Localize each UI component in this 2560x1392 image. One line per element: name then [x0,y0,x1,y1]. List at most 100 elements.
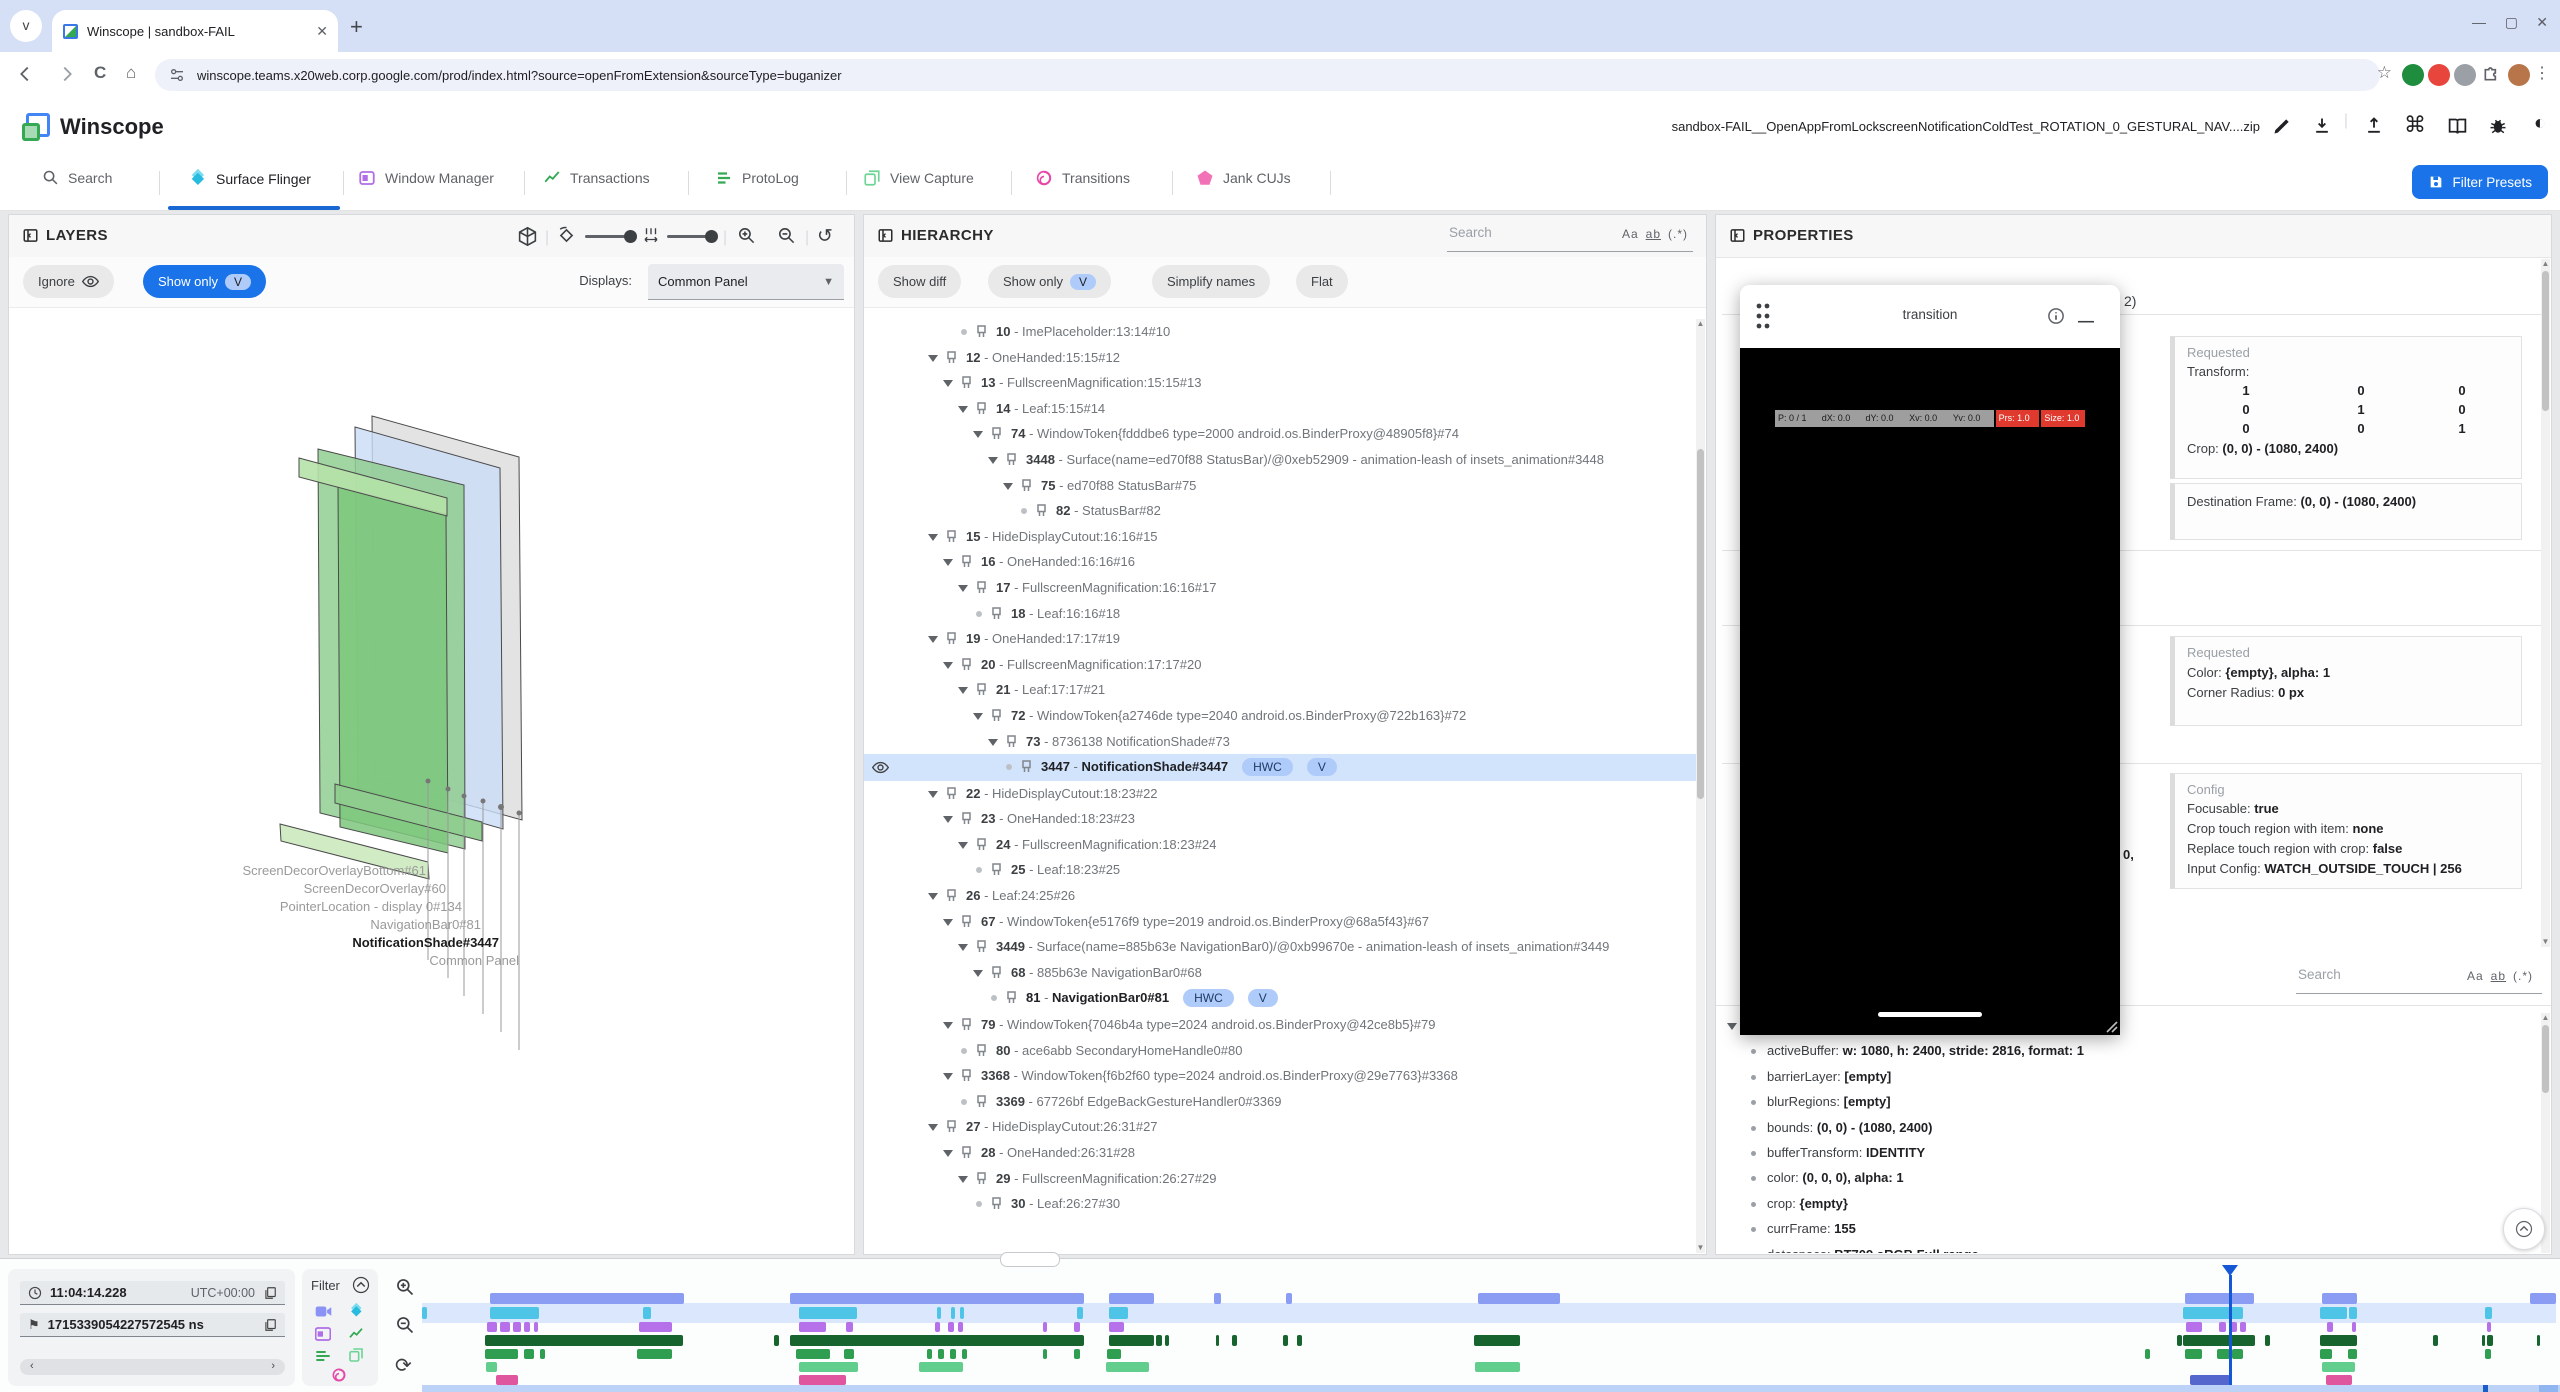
simplify-names-chip[interactable]: Simplify names [1152,265,1270,298]
screen-recording-timeline-segment[interactable] [2185,1293,2254,1304]
transactions-timeline-segment[interactable] [1474,1335,1520,1346]
properties-tree-scrollbar[interactable]: ▲ [2541,1013,2550,1253]
transactions-timeline-segment[interactable] [1297,1335,1302,1346]
pin-icon[interactable] [961,555,972,568]
transactions-timeline-segment[interactable] [1165,1335,1169,1346]
window-manager-timeline-segment[interactable] [534,1322,538,1332]
hierarchy-node-3448[interactable]: 3448 - Surface(name=ed70f88 StatusBar)/@… [864,447,1702,473]
show-diff-chip[interactable]: Show diff [878,265,961,298]
hierarchy-node-22[interactable]: 22 - HideDisplayCutout:18:23#22 [864,781,1702,807]
extension-green-icon[interactable] [2402,64,2424,86]
protolog-timeline-segment[interactable] [2320,1349,2332,1359]
bookmark-star-icon[interactable]: ☆ [2377,63,2392,83]
3d-view-cube-icon[interactable] [517,226,538,247]
panel-toggle-icon[interactable] [1730,228,1745,243]
expand-arrow-icon[interactable] [973,970,983,977]
expand-arrow-icon[interactable] [943,1150,953,1157]
home-icon[interactable]: ⌂ [126,63,136,83]
timeline-cursor-marker[interactable] [2229,1275,2232,1392]
protolog-timeline-segment[interactable] [1043,1349,1047,1359]
surface-flinger-timeline-segment[interactable] [2349,1307,2357,1319]
pin-icon[interactable] [976,940,987,953]
collapse-filter-icon[interactable] [352,1276,370,1294]
protolog-timeline-segment[interactable] [2185,1349,2202,1359]
keyboard-shortcuts-icon[interactable]: ⌘ [2404,112,2426,138]
minimap-cursor[interactable] [2483,1385,2488,1392]
timeline-zoom-in-icon[interactable] [395,1277,415,1297]
hierarchy-node-81[interactable]: 81 - NavigationBar0#81HWCV [864,985,1702,1012]
pin-icon[interactable] [1021,760,1032,773]
surface-flinger-timeline-segment[interactable] [951,1307,955,1319]
overlay-titlebar[interactable]: transition — [1740,285,2120,349]
transactions-timeline-segment[interactable] [2265,1335,2270,1346]
minimize-overlay-icon[interactable]: — [2078,313,2094,331]
hierarchy-node-28[interactable]: 28 - OneHanded:26:31#28 [864,1140,1702,1166]
window-manager-icon[interactable] [315,1327,331,1341]
tab-surface-flinger[interactable]: Surface Flinger [188,169,311,188]
report-bug-icon[interactable] [2488,116,2508,136]
tab-jank-cujs[interactable]: Jank CUJs [1196,169,1291,187]
expand-arrow-icon[interactable] [958,1176,968,1183]
pin-icon[interactable] [991,966,1002,979]
hierarchy-node-20[interactable]: 20 - FullscreenMagnification:17:17#20 [864,652,1702,678]
tab-protolog[interactable]: ProtoLog [715,169,799,187]
hierarchy-node-73[interactable]: 73 - 8736138 NotificationShade#73 [864,729,1702,755]
hierarchy-node-72[interactable]: 72 - WindowToken{a2746de type=2040 andro… [864,703,1702,729]
window-manager-timeline-segment[interactable] [524,1322,530,1332]
hierarchy-node-74[interactable]: 74 - WindowToken{fdddbe6 type=2000 andro… [864,421,1702,447]
tab-view-capture[interactable]: View Capture [863,169,974,187]
pin-icon[interactable] [976,581,987,594]
surface-flinger-icon[interactable] [348,1303,364,1319]
expand-arrow-icon[interactable] [928,636,938,643]
protolog-timeline-segment[interactable] [938,1349,944,1359]
window-manager-timeline-segment[interactable] [2186,1322,2202,1332]
expand-arrow-icon[interactable] [928,534,938,541]
pin-icon[interactable] [961,1069,972,1082]
hierarchy-node-16[interactable]: 16 - OneHanded:16:16#16 [864,549,1702,575]
window-manager-timeline-segment[interactable] [799,1322,826,1332]
hierarchy-node-26[interactable]: 26 - Leaf:24:25#26 [864,883,1702,909]
pin-icon[interactable] [946,1120,957,1133]
hierarchy-node-10[interactable]: 10 - ImePlaceholder:13:14#10 [864,319,1702,345]
surface-flinger-timeline-segment[interactable] [643,1307,651,1319]
surface-flinger-timeline-segment[interactable] [937,1307,941,1319]
extensions-puzzle-icon[interactable] [2482,63,2502,83]
transactions-timeline-segment[interactable] [2177,1335,2182,1346]
expand-arrow-icon[interactable] [928,1124,938,1131]
browser-menu-kebab-icon[interactable]: ⋮ [2534,63,2550,83]
protolog-timeline-segment[interactable] [844,1349,854,1359]
hierarchy-node-21[interactable]: 21 - Leaf:17:17#21 [864,677,1702,703]
expand-arrow-icon[interactable] [958,406,968,413]
pin-icon[interactable] [946,530,957,543]
window-manager-timeline-segment[interactable] [2487,1322,2491,1332]
pin-icon[interactable] [946,787,957,800]
surface-flinger-timeline-segment[interactable] [960,1307,964,1319]
transactions-timeline-segment[interactable] [2183,1335,2255,1346]
protolog-icon[interactable] [315,1349,331,1363]
pin-icon[interactable] [961,915,972,928]
pin-icon[interactable] [1006,453,1017,466]
pin-icon[interactable] [976,1095,987,1108]
hierarchy-node-19[interactable]: 19 - OneHanded:17:17#19 [864,626,1702,652]
hierarchy-node-82[interactable]: 82 - StatusBar#82 [864,498,1702,524]
timeline-reset-zoom-icon[interactable]: ⟳ [395,1353,412,1378]
window-manager-timeline-segment[interactable] [487,1322,497,1332]
window-manager-timeline-segment[interactable] [958,1322,963,1332]
tab-search-chevron-icon[interactable]: v [10,10,42,42]
pin-icon[interactable] [1006,991,1017,1004]
transactions-timeline-segment[interactable] [2320,1335,2357,1346]
window-manager-timeline-segment[interactable] [500,1322,510,1332]
timeline-scrollbar[interactable]: ‹› [20,1359,285,1375]
jank-cuj-timeline-segment[interactable] [2190,1375,2230,1385]
window-manager-timeline-segment[interactable] [846,1322,853,1332]
transitions-timeline-segment[interactable] [799,1375,846,1385]
expand-arrow-icon[interactable] [973,713,983,720]
browser-tab[interactable]: Winscope | sandbox-FAIL ✕ [52,10,338,52]
protolog-timeline-segment[interactable] [540,1349,545,1359]
hierarchy-node-12[interactable]: 12 - OneHanded:15:15#12 [864,345,1702,371]
tab-window-manager[interactable]: Window Manager [358,169,494,187]
hierarchy-node-24[interactable]: 24 - FullscreenMagnification:18:23#24 [864,832,1702,858]
hierarchy-node-67[interactable]: 67 - WindowToken{e5176f9 type=2019 andro… [864,909,1702,935]
protolog-timeline-segment[interactable] [1107,1349,1121,1359]
expand-arrow-icon[interactable] [943,1073,953,1080]
